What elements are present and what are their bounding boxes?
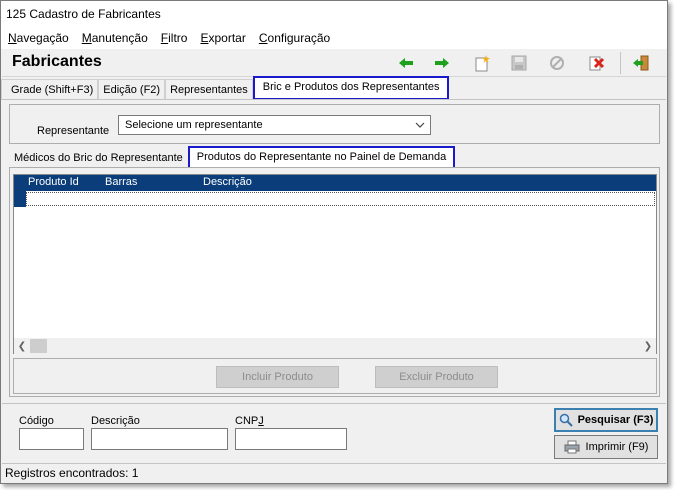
delete-icon[interactable] [585, 53, 607, 73]
menu-manutencao[interactable]: Manutenção [75, 27, 154, 49]
representante-label: Representante [37, 125, 110, 137]
tab-produtos-painel[interactable]: Produtos do Representante no Painel de D… [187, 146, 456, 169]
cnpj-label: CNPJ [235, 415, 264, 427]
menu-exportar[interactable]: Exportar [193, 27, 251, 49]
back-arrow-icon[interactable] [395, 53, 417, 73]
search-bar: Código Descrição CNPJ Pesquisar (F3) Imp… [2, 403, 666, 461]
tab-edicao[interactable]: Edição (F2) [98, 79, 166, 100]
page-title: Fabricantes [12, 53, 102, 70]
cancel-icon[interactable] [546, 53, 568, 73]
scroll-thumb[interactable] [30, 339, 47, 353]
representante-group: Representante Selecione um representante [9, 104, 660, 144]
descricao-input[interactable] [91, 428, 228, 450]
pesquisar-button[interactable]: Pesquisar (F3) [554, 408, 658, 432]
menu-configuracao[interactable]: Configuração [252, 27, 336, 49]
representante-selected-value: Selecione um representante [125, 119, 263, 131]
scroll-right-icon[interactable]: ❯ [640, 338, 656, 354]
sub-tabs: Médicos do Bric do Representante Produto… [9, 146, 456, 169]
search-icon [559, 413, 573, 427]
table-row[interactable] [14, 191, 656, 207]
main-tabs: Grade (Shift+F3) Edição (F2) Representan… [1, 76, 450, 101]
column-barras[interactable]: Barras [105, 176, 137, 188]
tab-medicos-bric[interactable]: Médicos do Bric do Representante [9, 149, 188, 168]
tab-grade[interactable]: Grade (Shift+F3) [1, 79, 99, 100]
cnpj-input[interactable] [235, 428, 347, 450]
imprimir-label: Imprimir (F9) [585, 441, 649, 453]
exit-icon[interactable] [630, 53, 652, 73]
menu-bar: Navegação Manutenção Filtro Exportar Con… [1, 27, 667, 49]
menu-filtro[interactable]: Filtro [154, 27, 194, 49]
main-window: 125 Cadastro de Fabricantes Navegação Ma… [0, 0, 668, 484]
forward-arrow-icon[interactable] [431, 53, 453, 73]
representante-select[interactable]: Selecione um representante [118, 115, 431, 135]
incluir-produto-button[interactable]: Incluir Produto [216, 366, 339, 388]
menu-navegacao[interactable]: Navegação [1, 27, 75, 49]
printer-icon [564, 440, 580, 454]
codigo-label: Código [19, 415, 54, 427]
row-cell[interactable] [26, 192, 655, 206]
pesquisar-label: Pesquisar (F3) [577, 414, 654, 426]
grid-header: Produto Id Barras Descrição [14, 175, 656, 191]
window-title: 125 Cadastro de Fabricantes [1, 1, 667, 27]
toolbar-separator [620, 52, 621, 74]
codigo-input[interactable] [19, 428, 84, 450]
tab-bric-produtos[interactable]: Bric e Produtos dos Representantes [252, 76, 450, 100]
row-indicator [14, 191, 26, 207]
produto-actions: Incluir Produto Excluir Produto [13, 358, 657, 394]
tab-representantes[interactable]: Representantes [165, 79, 253, 100]
column-produto-id[interactable]: Produto Id [28, 176, 79, 188]
scroll-left-icon[interactable]: ❮ [14, 338, 30, 354]
produtos-grid[interactable]: Produto Id Barras Descrição ❮ ❯ [13, 174, 657, 354]
column-descricao[interactable]: Descrição [203, 176, 252, 188]
imprimir-button[interactable]: Imprimir (F9) [554, 435, 658, 459]
produtos-panel: Produto Id Barras Descrição ❮ ❯ Incluir … [9, 167, 660, 397]
status-bar: Registros encontrados: 1 [2, 463, 666, 483]
excluir-produto-button[interactable]: Excluir Produto [375, 366, 498, 388]
descricao-label: Descrição [91, 415, 140, 427]
chevron-down-icon [414, 118, 426, 132]
horizontal-scrollbar[interactable]: ❮ ❯ [14, 338, 656, 354]
new-record-icon[interactable] [471, 53, 493, 73]
toolbar-header: Fabricantes [2, 49, 666, 77]
save-icon[interactable] [508, 53, 530, 73]
